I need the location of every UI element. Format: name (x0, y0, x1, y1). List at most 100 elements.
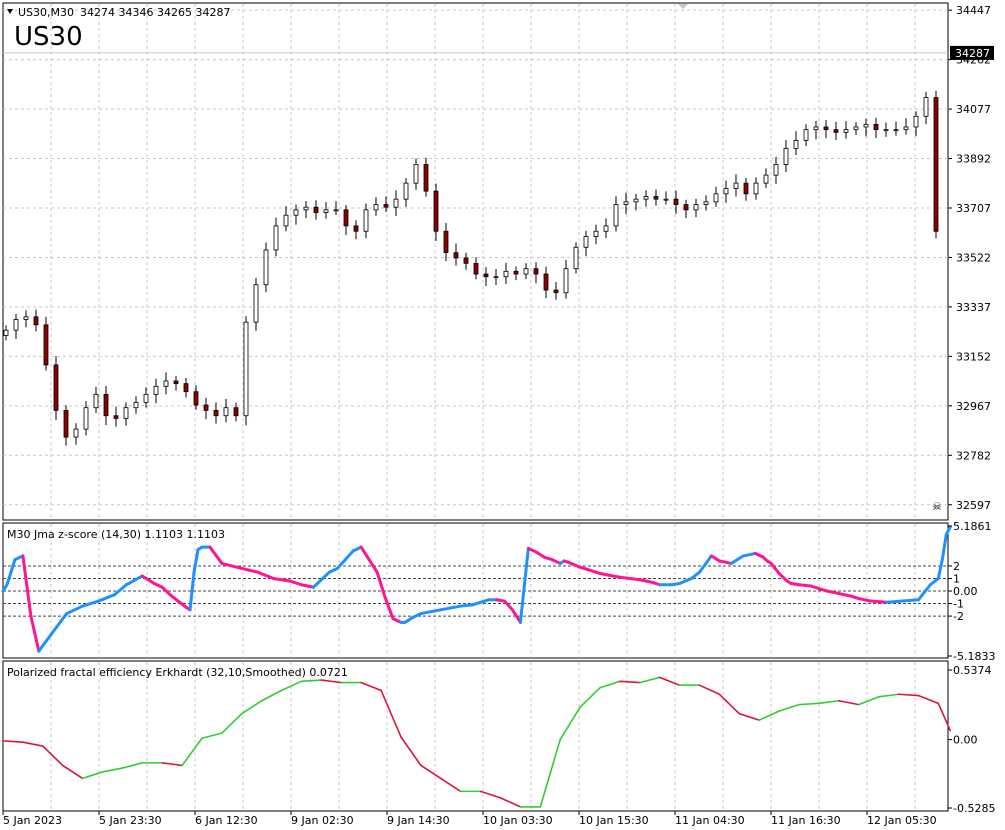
candle-body (853, 126, 859, 131)
price-tick-label: 32782 (956, 449, 991, 462)
price-tick-label: 33522 (956, 251, 991, 264)
candle-body (493, 276, 499, 279)
price-tick-label: 33707 (956, 202, 991, 215)
candle-body (343, 209, 349, 227)
candle-body (643, 196, 649, 200)
candle-body (543, 273, 549, 291)
time-tick-label: 5 Jan 23:30 (99, 814, 162, 827)
candle-body (843, 129, 849, 133)
candle-body (593, 230, 599, 238)
price-tick-label: 33337 (956, 301, 991, 314)
zscore-tick-label: 5.1861 (953, 520, 992, 533)
candle-body (803, 129, 809, 141)
candle-body (163, 380, 169, 387)
zscore-segment (885, 599, 904, 604)
candle-body (253, 284, 259, 323)
candle-body (563, 268, 569, 294)
candle-body (663, 198, 669, 201)
candle-body (533, 268, 539, 275)
candle-body (43, 324, 49, 366)
candle-body (83, 407, 89, 430)
candle-body (233, 407, 239, 417)
skull-icon: ☠ (932, 500, 942, 513)
zscore-segment (459, 603, 475, 608)
time-tick-label: 9 Jan 02:30 (291, 814, 354, 827)
candle-body (583, 236, 589, 248)
candle-body (603, 225, 609, 232)
zscore-tick-label: -2 (953, 610, 964, 623)
candle-body (483, 273, 489, 278)
candle-body (53, 364, 59, 411)
candle-body (23, 316, 29, 320)
candle-body (623, 201, 629, 205)
candle-body (463, 257, 469, 264)
candle-body (153, 385, 159, 395)
zscore-tick-label: -5.1833 (953, 650, 995, 663)
zscore-tick-label: 1 (953, 572, 960, 585)
candle-body (423, 164, 429, 192)
candle-body (393, 198, 399, 208)
candle-body (183, 383, 189, 393)
candle-body (783, 147, 789, 165)
pfe-tick-label: -0.5285 (953, 802, 995, 815)
candle-body (703, 201, 709, 205)
candle-body (923, 97, 929, 117)
candle-body (243, 321, 249, 417)
candle-body (893, 129, 899, 132)
candle-body (223, 407, 229, 417)
candle-body (653, 196, 659, 200)
candle-body (473, 262, 479, 275)
candle-body (903, 126, 909, 131)
time-tick-label: 10 Jan 15:30 (579, 814, 649, 827)
current-price-label: 34287 (955, 47, 990, 60)
candle-body (693, 204, 699, 211)
zscore-panel[interactable] (2, 522, 949, 659)
candle-body (303, 206, 309, 211)
time-tick-label: 10 Jan 03:30 (483, 814, 553, 827)
zscore-tick-label: 2 (953, 560, 960, 573)
candle-body (713, 193, 719, 203)
candle-body (503, 270, 509, 278)
candle-body (33, 316, 39, 326)
candle-body (723, 188, 729, 195)
candle-body (293, 209, 299, 216)
time-tick-label: 9 Jan 14:30 (387, 814, 450, 827)
candle-body (743, 182, 749, 195)
candle-body (873, 123, 879, 131)
candle-body (613, 204, 619, 227)
time-tick-label: 11 Jan 16:30 (771, 814, 841, 827)
candle-body (523, 268, 529, 275)
candle-body (413, 164, 419, 184)
price-tick-label: 33152 (956, 350, 991, 363)
time-tick-label: 11 Jan 04:30 (675, 814, 745, 827)
zscore-segment (869, 599, 889, 604)
price-axis: 3444734262340773389233707335223333733152… (948, 4, 995, 815)
candle-body (13, 319, 19, 331)
candle-body (773, 164, 779, 176)
price-tick-label: 32597 (956, 499, 991, 512)
candle-body (933, 97, 939, 232)
candle-body (283, 214, 289, 227)
candle-body (793, 139, 799, 149)
candle-body (173, 380, 179, 385)
time-tick-label: 12 Jan 05:30 (867, 814, 937, 827)
candle-body (73, 428, 79, 438)
trading-chart[interactable]: 3444734262340773389233707335223333733152… (0, 0, 1005, 830)
candle-body (113, 415, 119, 419)
big-symbol: US30 (14, 22, 83, 52)
candle-body (123, 407, 129, 419)
candle-body (513, 270, 519, 275)
candle-body (383, 204, 389, 208)
candle-body (913, 115, 919, 128)
time-tick-label: 5 Jan 2023 (3, 814, 62, 827)
candle-body (673, 198, 679, 205)
candle-body (363, 209, 369, 232)
candle-body (3, 329, 9, 336)
candle-body (193, 391, 199, 406)
price-tick-label: 33892 (956, 153, 991, 166)
pfe-tick-label: 0.00 (953, 734, 978, 747)
candle-body (433, 190, 439, 232)
candle-body (883, 129, 889, 132)
pfe-panel[interactable] (2, 660, 949, 812)
price-tick-label: 32967 (956, 400, 991, 413)
